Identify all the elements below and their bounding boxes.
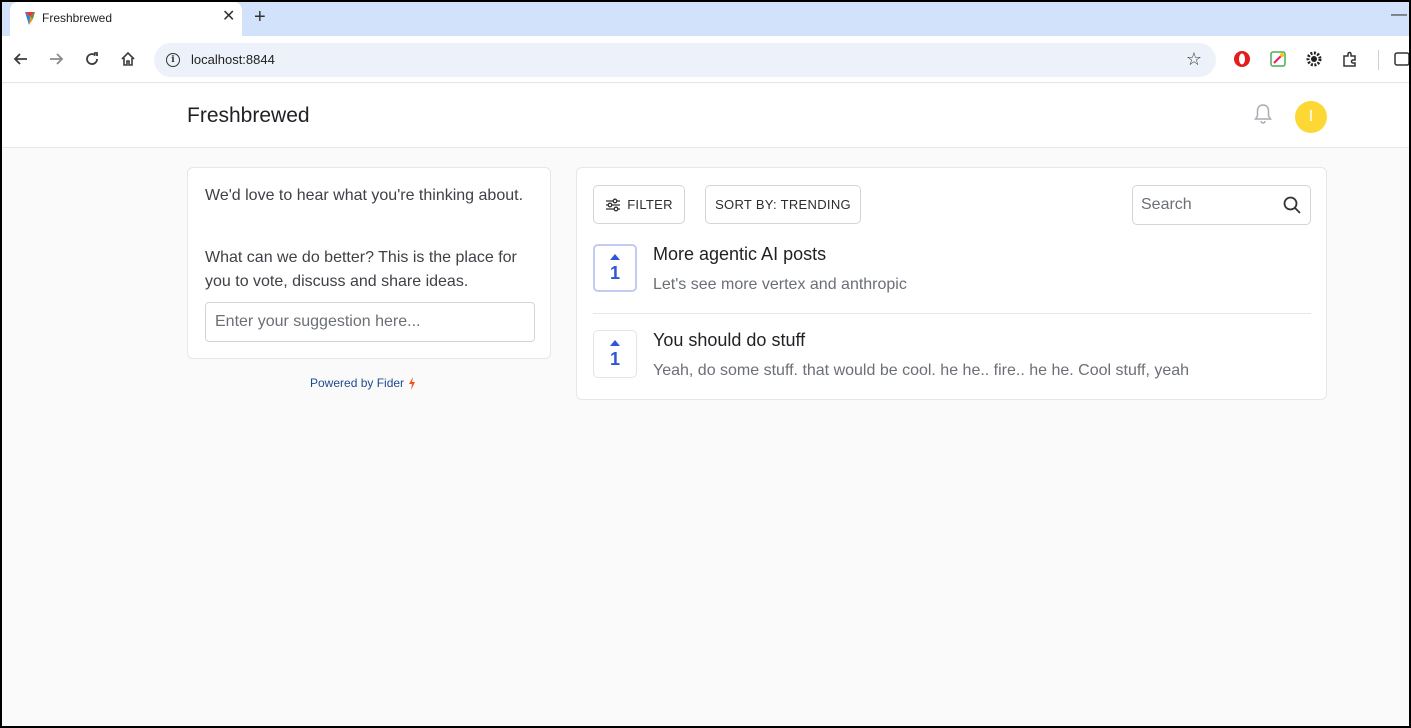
color-picker-icon[interactable] bbox=[1269, 50, 1287, 68]
powered-by-link[interactable]: Powered by Fider bbox=[310, 376, 416, 390]
site-header: Freshbrewed I bbox=[2, 84, 1409, 148]
browser-toolbar: i localhost:8844 ☆ bbox=[2, 36, 1409, 83]
search-icon[interactable] bbox=[1282, 195, 1302, 215]
intro-text: We'd love to hear what you're thinking a… bbox=[205, 187, 524, 204]
powered-by-text: Powered by Fider bbox=[310, 376, 405, 390]
upvote-arrow-icon bbox=[610, 254, 620, 260]
browser-window: Freshbrewed ✕ + — i localhost:8844 ☆ Fre… bbox=[2, 2, 1409, 726]
tab-close-icon[interactable]: ✕ bbox=[222, 7, 235, 27]
gear-icon[interactable] bbox=[1305, 50, 1323, 68]
search-input[interactable] bbox=[1133, 186, 1283, 224]
filter-label: FILTER bbox=[627, 197, 673, 212]
minimize-icon[interactable]: — bbox=[1391, 6, 1407, 24]
suggestion-input[interactable] bbox=[205, 302, 535, 342]
lightning-icon bbox=[409, 376, 416, 390]
sort-button[interactable]: SORT BY: TRENDING bbox=[705, 185, 861, 224]
browser-tab[interactable]: Freshbrewed ✕ bbox=[10, 2, 242, 36]
avatar[interactable]: I bbox=[1295, 101, 1327, 133]
puzzle-icon[interactable] bbox=[1341, 50, 1359, 68]
vote-count: 1 bbox=[609, 263, 620, 283]
post-title[interactable]: You should do stuff bbox=[653, 330, 805, 351]
vote-button[interactable]: 1 bbox=[593, 330, 637, 378]
vote-button[interactable]: 1 bbox=[593, 244, 637, 292]
arrow-left-icon[interactable] bbox=[11, 49, 31, 69]
bell-icon[interactable] bbox=[1253, 103, 1273, 125]
filter-button[interactable]: FILTER bbox=[593, 185, 685, 224]
arrow-right-icon[interactable] bbox=[46, 49, 66, 69]
new-tab-icon[interactable]: + bbox=[254, 5, 266, 29]
fider-favicon-icon bbox=[25, 12, 35, 25]
toolbar-divider bbox=[1378, 50, 1379, 70]
bookmark-star-icon[interactable]: ☆ bbox=[1186, 49, 1202, 70]
opera-icon[interactable] bbox=[1233, 50, 1251, 68]
tab-title: Freshbrewed bbox=[42, 11, 113, 25]
suggestion-card: We'd love to hear what you're thinking a… bbox=[187, 167, 551, 359]
vote-count: 1 bbox=[609, 349, 620, 369]
prompt-text: What can we do better? This is the place… bbox=[205, 249, 517, 290]
post-description: Let's see more vertex and anthropic bbox=[653, 276, 907, 293]
post-description: Yeah, do some stuff. that would be cool.… bbox=[653, 362, 1190, 379]
side-panel-icon[interactable] bbox=[1393, 50, 1409, 68]
search-box[interactable] bbox=[1132, 185, 1311, 225]
site-brand[interactable]: Freshbrewed bbox=[187, 104, 310, 128]
tab-strip: Freshbrewed ✕ + — bbox=[2, 2, 1409, 36]
address-bar[interactable]: i localhost:8844 ☆ bbox=[154, 43, 1216, 77]
site-info-icon[interactable]: i bbox=[166, 53, 180, 67]
sort-label: SORT BY: TRENDING bbox=[715, 197, 851, 212]
reload-icon[interactable] bbox=[82, 49, 102, 69]
upvote-arrow-icon bbox=[610, 340, 620, 346]
post-title[interactable]: More agentic AI posts bbox=[653, 244, 826, 265]
sliders-icon bbox=[606, 198, 621, 211]
posts-card: FILTER SORT BY: TRENDING 1 More agentic … bbox=[576, 167, 1327, 400]
home-icon[interactable] bbox=[118, 49, 138, 69]
post-divider bbox=[593, 313, 1311, 314]
url-text[interactable]: localhost:8844 bbox=[191, 52, 275, 67]
